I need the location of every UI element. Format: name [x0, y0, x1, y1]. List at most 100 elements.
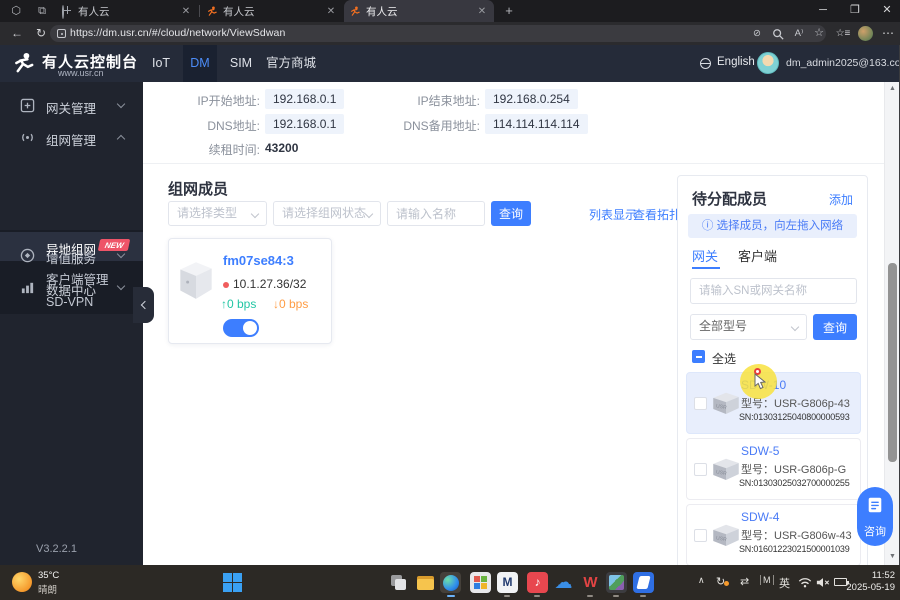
tab-title: 有人云	[223, 5, 255, 18]
sidebar-item-label: 增值服务	[46, 252, 97, 266]
members-search-button[interactable]: 查询	[491, 201, 531, 226]
remote-app-icon[interactable]	[633, 572, 654, 597]
edge-browser-icon[interactable]	[440, 572, 461, 597]
form-row: IP开始地址: 192.168.0.1 IP结束地址: 192.168.0.25…	[143, 89, 743, 109]
task-view-icon[interactable]	[388, 572, 409, 593]
wps-icon[interactable]: W	[580, 572, 601, 597]
device-name[interactable]: SDW-4	[741, 510, 779, 524]
device-checkbox[interactable]	[694, 463, 707, 476]
browser-menu-icon[interactable]: ⋯	[879, 25, 897, 42]
field-label: 续租时间:	[208, 143, 260, 157]
account-avatar[interactable]	[757, 52, 779, 74]
site-info-icon[interactable]	[57, 29, 66, 38]
sidebar-item-value-services[interactable]: 增值服务	[0, 240, 143, 272]
back-icon[interactable]: ←	[8, 25, 26, 42]
member-device-card[interactable]: fm07se84:3 10.1.27.36/32 ↑0 bps ↓0 bps	[168, 238, 332, 344]
tab-gateway[interactable]: 网关	[692, 246, 718, 265]
consult-label: 咨询	[864, 526, 886, 538]
sidebar-item-network-mgmt[interactable]: 组网管理	[0, 122, 143, 154]
browser-tab-1[interactable]: 有人云 ✕	[56, 0, 198, 22]
tray-settings-icon[interactable]: ⇄	[740, 575, 749, 588]
device-name[interactable]: SDW-5	[741, 444, 779, 458]
nav-iot[interactable]: IoT	[146, 45, 176, 82]
unassigned-device-card[interactable]: SDW-5 型号：USR-G806p-G SN:0130302503270000…	[686, 438, 861, 500]
tab-actions-icon[interactable]: ⧉	[34, 3, 50, 19]
chevron-down-icon	[116, 281, 126, 291]
window-close-button[interactable]: ✕	[872, 0, 900, 22]
wifi-icon[interactable]	[798, 577, 812, 588]
m-app-icon[interactable]: M	[497, 572, 518, 597]
volume-muted-icon[interactable]	[816, 577, 830, 588]
zoom-page-icon[interactable]	[772, 28, 784, 40]
workspaces-icon[interactable]: ⬡	[8, 3, 24, 19]
refresh-icon[interactable]: ↻	[32, 25, 50, 42]
scroll-up-icon[interactable]: ▲	[885, 85, 900, 92]
nav-dm[interactable]: DM	[183, 45, 217, 82]
new-tab-icon[interactable]: +	[501, 3, 517, 19]
music-app-icon[interactable]: ♪	[527, 572, 548, 597]
weather-icon[interactable]	[12, 572, 32, 592]
scrollbar-thumb[interactable]	[888, 263, 897, 462]
select-value: 全部型号	[699, 319, 748, 333]
device-checkbox[interactable]	[694, 529, 707, 542]
weather-desc[interactable]: 晴朗	[38, 582, 57, 596]
list-view-link[interactable]: 列表显示	[589, 206, 637, 223]
device-enable-toggle[interactable]	[223, 319, 259, 337]
services-icon	[20, 248, 35, 263]
unassigned-search-button[interactable]: 查询	[813, 314, 857, 340]
mic-off-icon[interactable]: ⊘	[750, 27, 764, 40]
onedrive-icon[interactable]: ☁	[553, 572, 574, 593]
tray-m-icon[interactable]: M	[760, 575, 774, 585]
tab-close-icon[interactable]: ✕	[476, 6, 488, 17]
window-minimize-button[interactable]: ─	[808, 0, 838, 22]
window-restore-button[interactable]: ❐	[840, 0, 870, 22]
store-icon[interactable]	[470, 572, 491, 593]
unassigned-title: 待分配成员	[692, 191, 768, 208]
start-button[interactable]	[222, 572, 243, 593]
consult-button[interactable]: 咨询	[857, 487, 893, 546]
browser-profile-avatar[interactable]	[858, 26, 873, 41]
collections-icon[interactable]: ☆≡	[834, 25, 852, 42]
sidebar-item-data-center[interactable]: 数据中心	[0, 272, 143, 304]
tab-client[interactable]: 客户端	[738, 246, 777, 265]
device-name[interactable]: fm07se84:3	[223, 253, 294, 268]
add-link[interactable]: 添加	[829, 191, 853, 208]
type-select[interactable]: 请选择类型	[168, 201, 267, 226]
address-bar[interactable]: https://dm.usr.cn/#/cloud/network/ViewSd…	[50, 25, 826, 42]
tab-close-icon[interactable]: ✕	[325, 6, 337, 17]
file-explorer-icon[interactable]	[415, 572, 436, 593]
tray-expand-icon[interactable]: ∧	[698, 575, 705, 586]
sidebar-collapse-handle[interactable]	[133, 287, 154, 323]
nav-mall[interactable]: 官方商城	[262, 45, 320, 82]
browser-tab-2[interactable]: 有人云 ✕	[201, 0, 343, 22]
language-switch[interactable]: English	[717, 56, 755, 68]
status-select[interactable]: 请选择组网状态	[273, 201, 381, 226]
tab-title: 有人云	[78, 5, 110, 18]
url-text[interactable]: https://dm.usr.cn/#/cloud/network/ViewSd…	[70, 27, 285, 39]
sn-search-input[interactable]	[690, 278, 857, 304]
sidebar-item-gateway-mgmt[interactable]: 网关管理	[0, 90, 143, 122]
language-globe-icon	[700, 58, 711, 69]
select-all-checkbox[interactable]	[692, 350, 705, 363]
model-select[interactable]: 全部型号	[690, 314, 807, 340]
taskbar-clock[interactable]: 11:52 2025-05-19	[840, 570, 895, 594]
favorite-star-icon[interactable]: ☆	[812, 27, 826, 40]
device-checkbox[interactable]	[694, 397, 707, 410]
scroll-down-icon[interactable]: ▼	[885, 553, 900, 560]
select-placeholder: 请选择类型	[177, 206, 238, 220]
nav-sim[interactable]: SIM	[224, 45, 258, 82]
weather-temp[interactable]: 35°C	[38, 570, 59, 581]
unassigned-device-card[interactable]: SDW-4 型号：USR-G806w-43 SN:016012230215000…	[686, 504, 861, 565]
select-placeholder: 请选择组网状态	[282, 206, 367, 220]
browser-tab-3-active[interactable]: 有人云 ✕	[344, 0, 494, 22]
chevron-down-icon	[364, 209, 374, 219]
tray-update-icon[interactable]: ↻	[716, 575, 729, 588]
topology-link[interactable]: 查看拓扑	[633, 206, 681, 223]
read-aloud-icon[interactable]: A⁾	[792, 27, 806, 40]
download-rate: ↓0 bps	[273, 297, 309, 311]
ime-indicator[interactable]: 英	[779, 575, 790, 591]
name-input[interactable]	[387, 201, 485, 226]
tab-close-icon[interactable]: ✕	[180, 6, 192, 17]
account-email[interactable]: dm_admin2025@163.com	[786, 57, 900, 69]
photos-app-icon[interactable]	[606, 572, 627, 597]
